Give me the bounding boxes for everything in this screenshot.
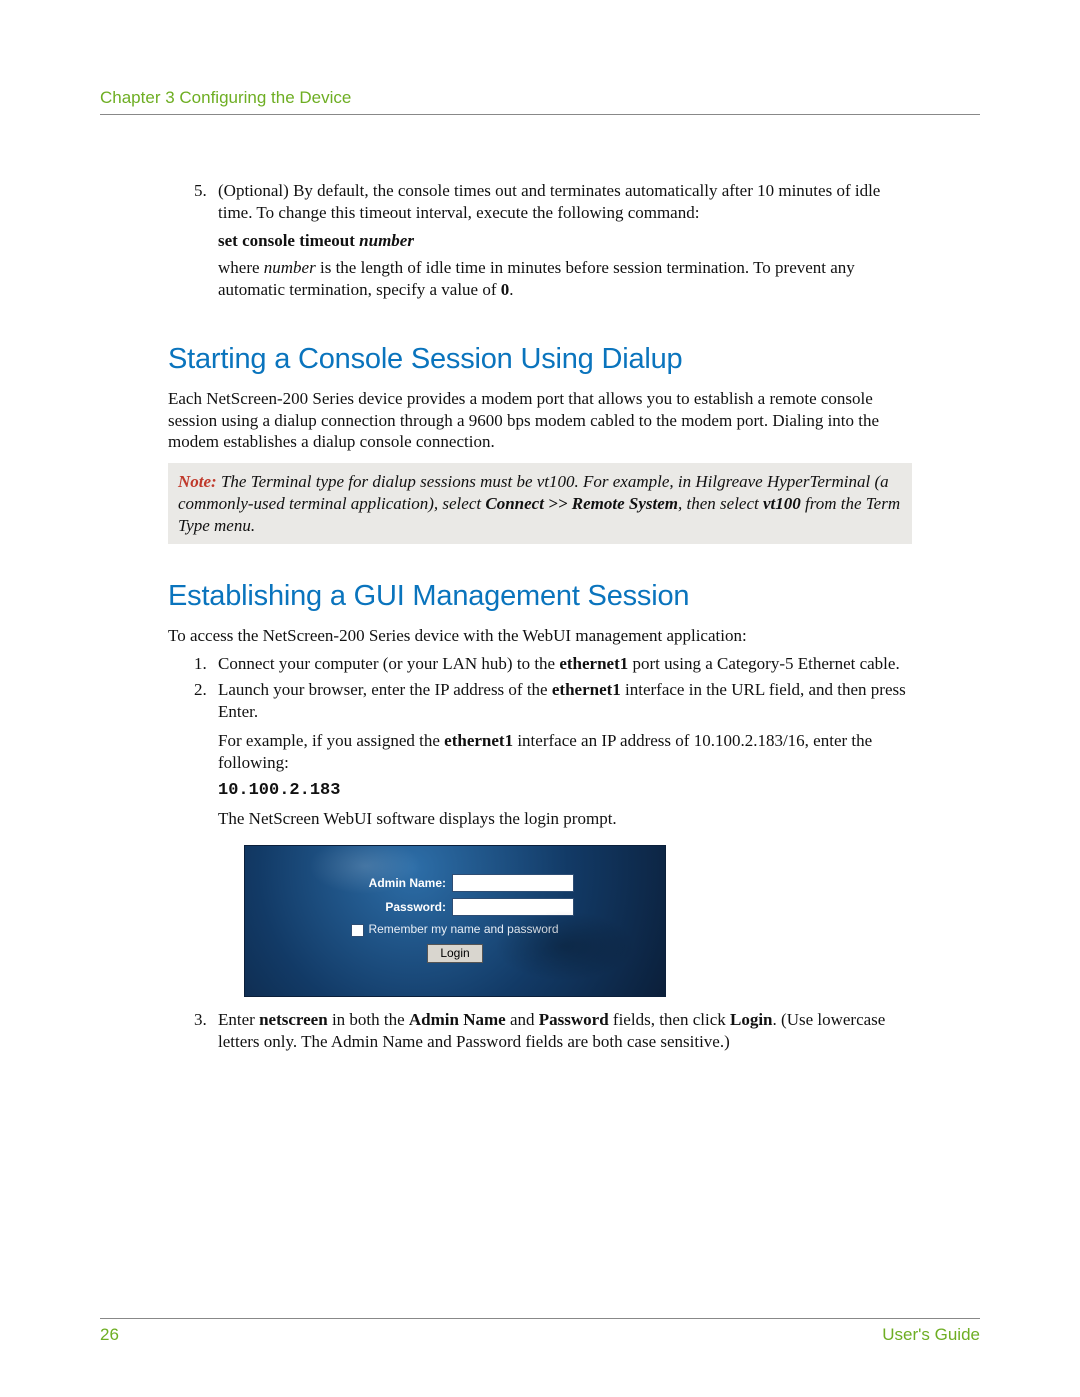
text: Connect your computer (or your LAN hub) …: [218, 654, 559, 673]
note-bold: vt100: [763, 494, 801, 513]
gui-step-3: 3. Enter netscreen in both the Admin Nam…: [168, 1009, 912, 1053]
page-footer: 26 User's Guide: [100, 1318, 980, 1345]
remember-checkbox[interactable]: [351, 924, 364, 937]
remember-row: Remember my name and password: [245, 922, 665, 937]
remember-label: Remember my name and password: [368, 922, 558, 936]
text: Launch your browser, enter the IP addres…: [218, 680, 552, 699]
heading-gui: Establishing a GUI Management Session: [168, 578, 912, 615]
heading-dialup: Starting a Console Session Using Dialup: [168, 341, 912, 378]
step-text: Connect your computer (or your LAN hub) …: [218, 653, 912, 675]
text: .: [509, 280, 513, 299]
step-number: 3.: [168, 1009, 218, 1053]
gui-step-1: 1. Connect your computer (or your LAN hu…: [168, 653, 912, 675]
para: Launch your browser, enter the IP addres…: [218, 679, 912, 723]
login-form: Admin Name: Password: Remember my name a…: [245, 874, 665, 963]
step-number: 1.: [168, 653, 218, 675]
chapter-title: Chapter 3 Configuring the Device: [100, 88, 351, 107]
login-button-row: Login: [245, 944, 665, 963]
para: For example, if you assigned the etherne…: [218, 730, 912, 774]
admin-row: Admin Name:: [245, 874, 665, 892]
note-box: Note: The Terminal type for dialup sessi…: [168, 463, 912, 544]
document-page: Chapter 3 Configuring the Device 5. (Opt…: [0, 0, 1080, 1397]
note-lead: Note:: [178, 472, 217, 491]
cmd-bold: set console timeout: [218, 231, 359, 250]
bold: Login: [730, 1010, 773, 1029]
bold: Password: [539, 1010, 609, 1029]
page-number: 26: [100, 1325, 119, 1345]
para: where number is the length of idle time …: [218, 257, 912, 301]
password-label: Password:: [336, 900, 452, 915]
note-bold: Connect >> Remote System: [485, 494, 678, 513]
password-row: Password:: [245, 898, 665, 916]
login-screenshot: Admin Name: Password: Remember my name a…: [244, 845, 666, 997]
code-line: 10.100.2.183: [218, 780, 912, 802]
para: The NetScreen WebUI software displays th…: [218, 808, 912, 830]
admin-input[interactable]: [452, 874, 574, 892]
bold: ethernet1: [559, 654, 628, 673]
text: fields, then click: [609, 1010, 730, 1029]
step-5: 5. (Optional) By default, the console ti…: [168, 180, 912, 307]
guide-label: User's Guide: [882, 1325, 980, 1345]
text: and: [506, 1010, 539, 1029]
text: port using a Category-5 Ethernet cable.: [628, 654, 899, 673]
note-text: , then select: [678, 494, 763, 513]
admin-label: Admin Name:: [336, 876, 452, 891]
step-number: 2.: [168, 679, 218, 836]
text: Enter: [218, 1010, 259, 1029]
bold: netscreen: [259, 1010, 328, 1029]
bold: Admin Name: [409, 1010, 506, 1029]
text: where: [218, 258, 264, 277]
para: (Optional) By default, the console times…: [218, 180, 912, 224]
bold: ethernet1: [552, 680, 621, 699]
page-header: Chapter 3 Configuring the Device: [100, 88, 980, 115]
cmd-arg: number: [359, 231, 414, 250]
value: 0: [501, 280, 510, 299]
text: in both the: [328, 1010, 409, 1029]
step-text: Enter netscreen in both the Admin Name a…: [218, 1009, 912, 1053]
step-number: 5.: [168, 180, 218, 307]
step-text: (Optional) By default, the console times…: [218, 180, 912, 307]
password-input[interactable]: [452, 898, 574, 916]
text: For example, if you assigned the: [218, 731, 444, 750]
step-text: Launch your browser, enter the IP addres…: [218, 679, 912, 836]
gui-step-2: 2. Launch your browser, enter the IP add…: [168, 679, 912, 836]
bold: ethernet1: [444, 731, 513, 750]
body-column: 5. (Optional) By default, the console ti…: [168, 180, 912, 1057]
command-line: set console timeout number: [218, 230, 912, 252]
dialup-para: Each NetScreen-200 Series device provide…: [168, 388, 912, 453]
login-button[interactable]: Login: [427, 944, 482, 963]
gui-para: To access the NetScreen-200 Series devic…: [168, 625, 912, 647]
arg: number: [264, 258, 316, 277]
